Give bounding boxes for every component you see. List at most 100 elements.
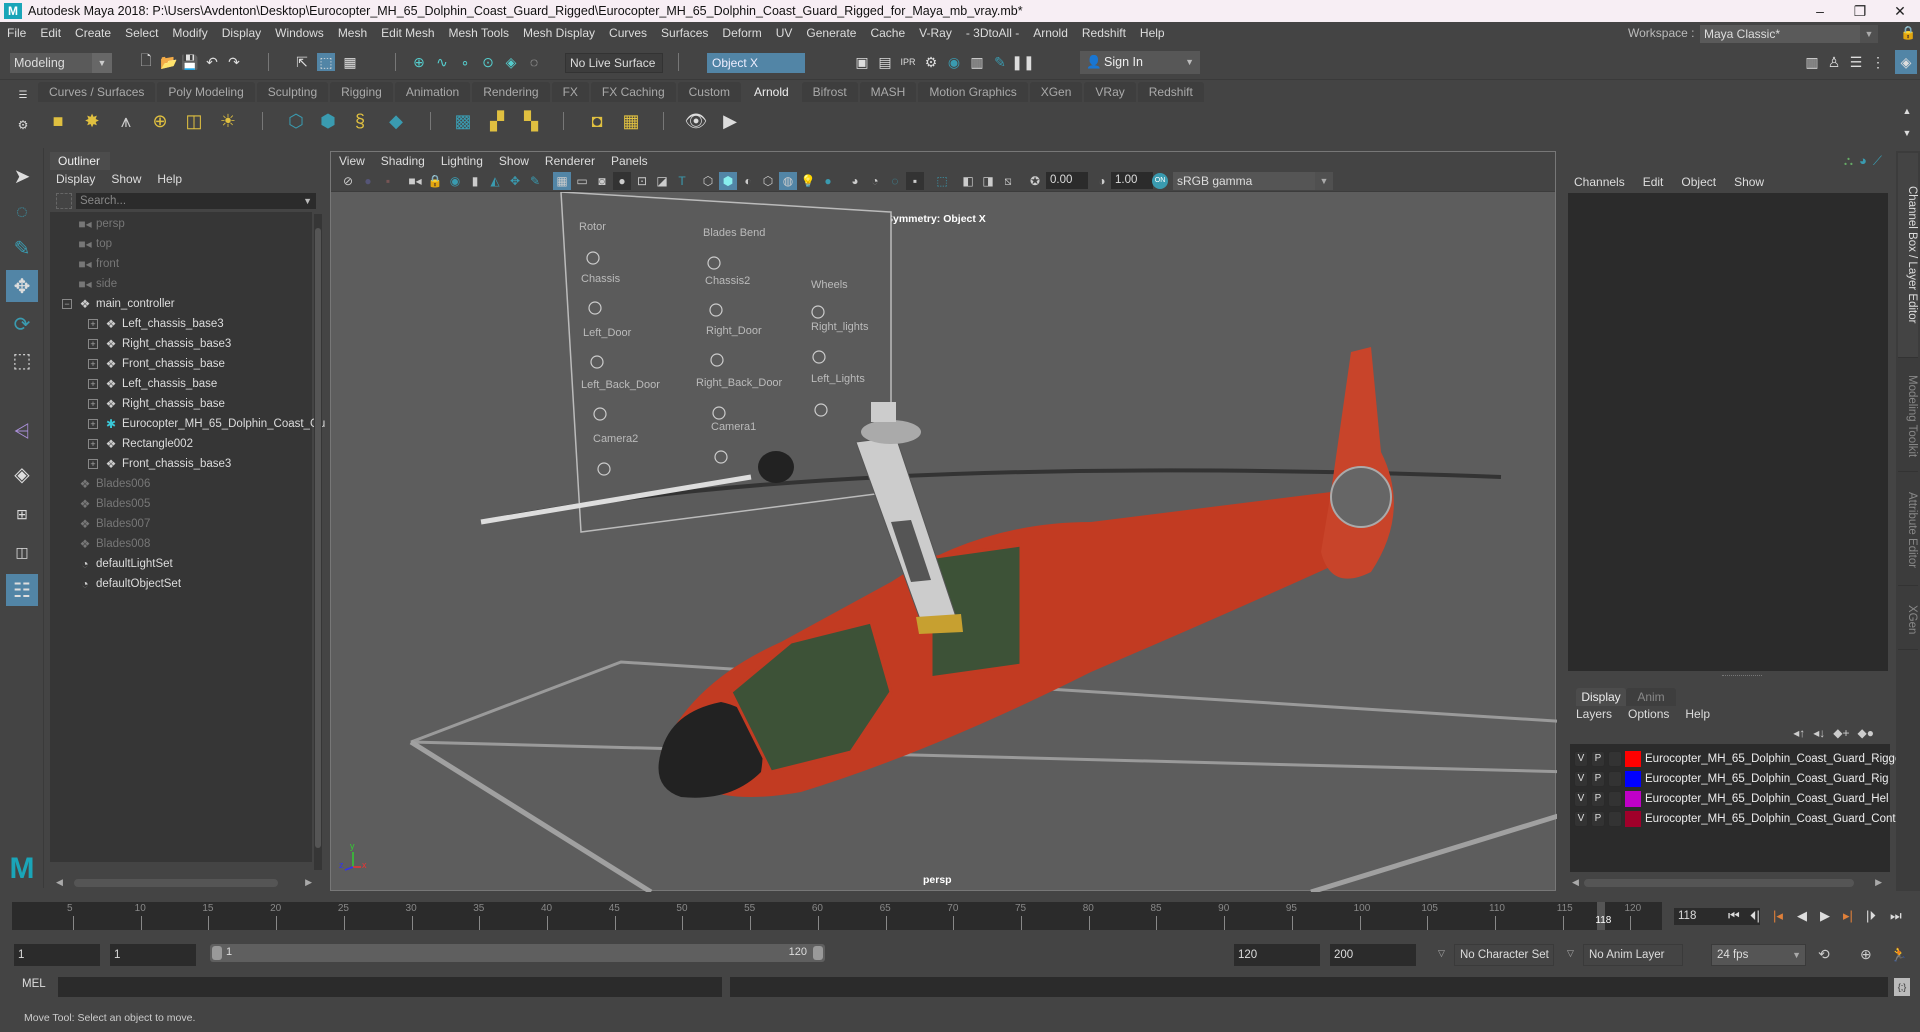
outliner-item[interactable]: + ❖ Left_chassis_base3	[88, 314, 224, 334]
layer-menu-layers[interactable]: Layers	[1576, 705, 1612, 723]
channel-box-area[interactable]	[1568, 193, 1888, 671]
skydome-light-icon[interactable]: ⊕	[147, 108, 173, 134]
textured-icon[interactable]: ◍	[779, 172, 797, 190]
viewport-menu-view[interactable]: View	[331, 154, 373, 168]
shelf-tab-rendering[interactable]: Rendering	[472, 82, 550, 102]
expand-icon[interactable]: +	[88, 399, 98, 409]
current-frame-field[interactable]: 118	[1674, 908, 1760, 925]
curve-collector-icon[interactable]: §	[347, 108, 373, 134]
layer-playback-toggle[interactable]: P	[1591, 791, 1605, 807]
layer-row[interactable]: V P Eurocopter_MH_65_Dolphin_Coast_Guard_C…	[1574, 810, 1906, 828]
snap-view-plane-icon[interactable]: ⊙	[479, 53, 497, 71]
xray-active-components-icon[interactable]: ◨	[979, 172, 997, 190]
human-ik-icon[interactable]: ♙	[1825, 53, 1843, 71]
outliner-item[interactable]: ❖ Blades005	[78, 494, 151, 514]
select-component-icon[interactable]: ▦	[341, 53, 359, 71]
shadows-icon[interactable]: ●	[819, 172, 837, 190]
playback-start-field[interactable]: 1	[110, 944, 196, 966]
snap-live-surface-icon[interactable]: ◈	[502, 53, 520, 71]
single-perspective-layout-icon[interactable]: ◈	[6, 458, 38, 490]
layer-tab-anim[interactable]: Anim	[1626, 688, 1676, 706]
layer-tab-display[interactable]: Display	[1576, 688, 1626, 706]
exposure-icon[interactable]: ✪	[1026, 172, 1044, 190]
command-language-label[interactable]: MEL	[22, 978, 46, 990]
menu-edit-mesh[interactable]: Edit Mesh	[374, 26, 441, 40]
bookmarks-icon[interactable]: ▪	[379, 172, 397, 190]
layer-row[interactable]: V P Eurocopter_MH_65_Dolphin_Coast_Guard_R…	[1574, 750, 1920, 768]
scrollbar-thumb[interactable]	[315, 228, 321, 848]
tx-manager-icon[interactable]: ▞	[484, 108, 510, 134]
physical-sky-icon[interactable]: ☀	[215, 108, 241, 134]
outliner-item[interactable]: ■◂ side	[78, 274, 117, 294]
shelf-scroll-up-icon[interactable]: ▲	[1898, 102, 1916, 120]
resolution-gate-icon[interactable]: ◙	[593, 172, 611, 190]
outliner-item[interactable]: − ❖ main_controller	[62, 294, 175, 314]
menu-uv[interactable]: UV	[769, 26, 800, 40]
playback-range-slider[interactable]: 1 120	[210, 944, 825, 962]
outliner-item[interactable]: + ❖ Front_chassis_base	[88, 354, 225, 374]
layer-visibility-toggle[interactable]: V	[1574, 811, 1588, 827]
tool-settings-icon[interactable]: ⋮	[1869, 53, 1887, 71]
flush-textures-icon[interactable]: ▚	[518, 108, 544, 134]
layer-visibility-toggle[interactable]: V	[1574, 751, 1588, 767]
gate-mask-icon[interactable]: ●	[613, 172, 631, 190]
lasso-tool-icon[interactable]: ◌	[6, 196, 38, 228]
menu-v-ray[interactable]: V-Ray	[912, 26, 959, 40]
snap-grid-icon[interactable]: ⊕	[410, 53, 428, 71]
layer-display-type-toggle[interactable]	[1608, 751, 1622, 767]
layer-display-type-toggle[interactable]	[1608, 791, 1622, 807]
viewport-menu-panels[interactable]: Panels	[603, 154, 656, 168]
mesh-light-icon[interactable]: ✸	[79, 108, 105, 134]
menu-deform[interactable]: Deform	[715, 26, 768, 40]
smooth-shade-icon[interactable]: ⬢	[719, 172, 737, 190]
shelf-tab-rigging[interactable]: Rigging	[330, 82, 393, 102]
shelf-tab-xgen[interactable]: XGen	[1029, 82, 1083, 102]
xray-joints-icon[interactable]: ⧅	[999, 172, 1017, 190]
layer-color-swatch[interactable]	[1625, 811, 1641, 827]
lock-icon[interactable]: 🔒	[1900, 25, 1916, 41]
layer-menu-help[interactable]: Help	[1685, 705, 1710, 723]
outliner-item[interactable]: ■◂ top	[78, 234, 112, 254]
standin-icon[interactable]: ⬡	[283, 108, 309, 134]
outliner-item[interactable]: ◔ defaultLightSet	[78, 554, 172, 574]
photometric-light-icon[interactable]: ⩚	[113, 108, 139, 134]
exposure-field[interactable]: 0.00	[1046, 172, 1088, 189]
shelf-tab-motion-graphics[interactable]: Motion Graphics	[918, 82, 1028, 102]
scroll-right-icon[interactable]: ▶	[1875, 877, 1882, 888]
select-camera-icon[interactable]: ⊘	[339, 172, 357, 190]
render-view-icon[interactable]: ▣	[853, 53, 871, 71]
layer-row[interactable]: V P Eurocopter_MH_65_Dolphin_Coast_Guard_H…	[1574, 790, 1889, 808]
isolate-select-icon[interactable]: ⬚	[933, 172, 951, 190]
outliner-tab[interactable]: Outliner	[50, 152, 110, 170]
outliner-menu-help[interactable]: Help	[157, 170, 182, 188]
viewport-menu-shading[interactable]: Shading	[373, 154, 433, 168]
pause-icon[interactable]: ❚❚	[1011, 53, 1034, 71]
expand-icon[interactable]: +	[88, 379, 98, 389]
viewport-menu-lighting[interactable]: Lighting	[433, 154, 491, 168]
channel-box-toggle-icon[interactable]: ◈	[1895, 50, 1917, 74]
layer-display-type-toggle[interactable]	[1608, 811, 1622, 827]
manipulator-icon[interactable]: ⛬	[1844, 153, 1853, 169]
preview-render-icon[interactable]: 👁	[683, 108, 709, 134]
gamma-icon[interactable]: ◑	[1093, 172, 1111, 190]
layer-display-type-toggle[interactable]	[1608, 771, 1622, 787]
maximize-button[interactable]: ❐	[1840, 0, 1880, 22]
menu-help[interactable]: Help	[1133, 26, 1172, 40]
light-editor-icon[interactable]: ✎	[991, 53, 1009, 71]
go-to-start-icon[interactable]: ⏮	[1728, 908, 1740, 924]
grease-pencil-icon[interactable]: ✎	[526, 172, 544, 190]
shelf-tab-curves-surfaces[interactable]: Curves / Surfaces	[38, 82, 156, 102]
wireframe-icon[interactable]: ⬡	[699, 172, 717, 190]
range-end-handle[interactable]	[813, 946, 823, 960]
layer-horizontal-scrollbar[interactable]: ◀ ▶	[1572, 877, 1882, 889]
time-slider-track[interactable]: 118 5 10 15 20 25 30 35 40 45 50 55 60 65 70 75 80 85 90 95…	[12, 902, 1662, 930]
hyperbolic-icon[interactable]: ⟋	[1873, 153, 1882, 169]
shelf-tab-arnold[interactable]: Arnold	[742, 82, 800, 102]
menu-edit[interactable]: Edit	[33, 26, 68, 40]
anim-layer-select[interactable]: No Anim Layer	[1583, 944, 1683, 966]
animation-start-field[interactable]: 1	[14, 944, 100, 966]
shelf-tab-custom[interactable]: Custom	[677, 82, 741, 102]
outliner-item[interactable]: ❖ Blades008	[78, 534, 151, 554]
sign-in-button[interactable]: 👤 Sign In ▼	[1080, 51, 1200, 74]
scrollbar-thumb[interactable]	[1584, 879, 1854, 887]
